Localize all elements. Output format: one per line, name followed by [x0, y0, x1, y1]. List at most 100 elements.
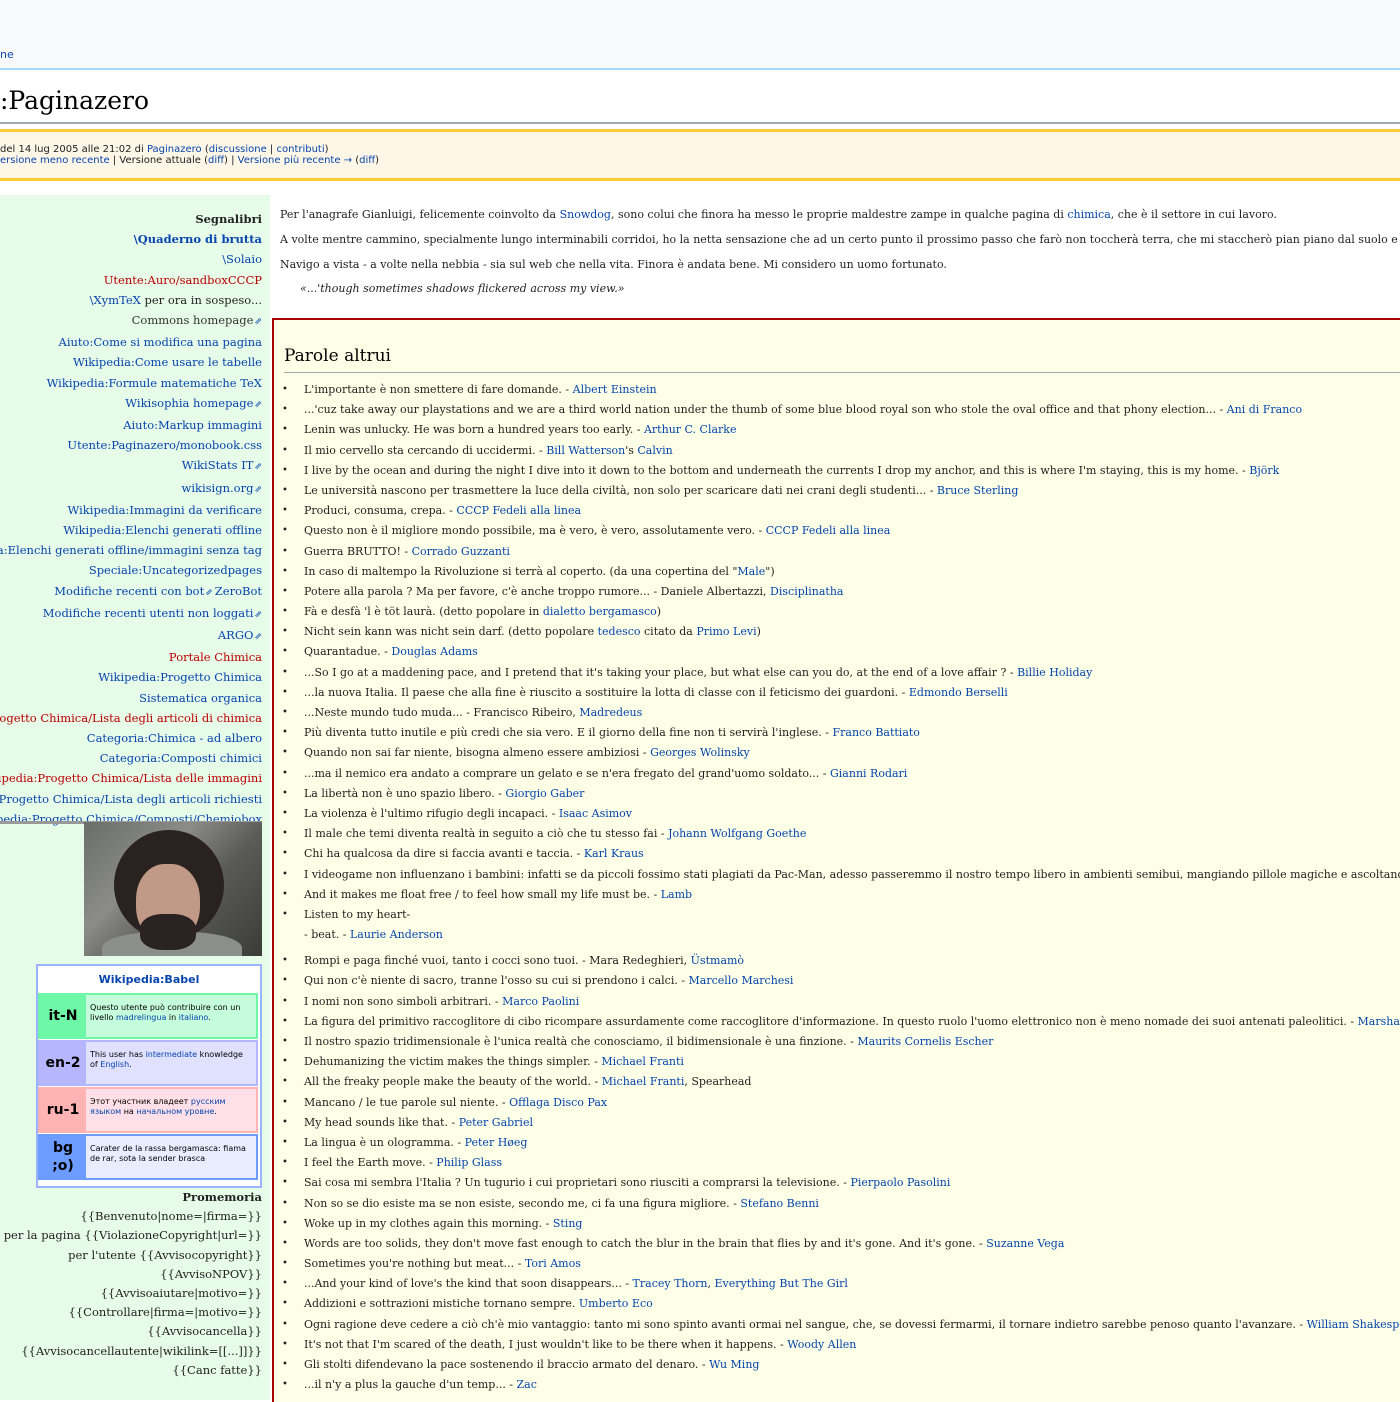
bookmark-link[interactable]: wikisign.org — [181, 481, 262, 495]
wiki-link[interactable]: Giorgio Gaber — [505, 787, 584, 800]
wiki-link[interactable]: Male — [737, 565, 765, 578]
bookmark-link[interactable]: Wikisophia homepage — [125, 396, 262, 410]
wiki-link[interactable]: Michael Franti — [601, 1055, 684, 1068]
newer-diff-link[interactable]: diff — [359, 155, 375, 166]
wiki-link[interactable]: chimica — [1067, 208, 1110, 221]
newer-version-link[interactable]: Versione più recente → — [238, 155, 352, 166]
bookmark-link[interactable]: Wikipedia:Progetto Chimica/Lista delle i… — [0, 771, 262, 785]
wiki-link[interactable]: Edmondo Berselli — [909, 686, 1008, 699]
bookmark-link[interactable]: Modifiche recenti con bot — [54, 584, 213, 598]
wiki-link[interactable]: Karl Kraus — [584, 847, 644, 860]
wiki-link[interactable]: Marshall McLuhan — [1358, 1015, 1400, 1028]
tab-edit[interactable]: ne — [0, 48, 14, 61]
bookmark-link[interactable]: Utente:Paginazero/monobook.css — [67, 438, 262, 452]
wiki-link[interactable]: Zac — [517, 1378, 537, 1391]
wiki-link[interactable]: Offlaga Disco Pax — [509, 1096, 607, 1109]
revision-author-link[interactable]: Paginazero — [147, 144, 202, 155]
wiki-link[interactable]: Arthur C. Clarke — [644, 423, 737, 436]
wiki-link[interactable]: Pierpaolo Pasolini — [850, 1176, 950, 1189]
bookmark-link[interactable]: Wikipedia:Come usare le tabelle — [73, 355, 262, 369]
bookmark-link[interactable]: Wikipedia:Formule matematiche TeX — [47, 376, 262, 390]
bookmark-link[interactable]: Wikipedia:Progetto Chimica — [98, 670, 262, 684]
wiki-link[interactable]: Snowdog — [560, 208, 611, 221]
bookmark-link[interactable]: Commons homepage — [132, 313, 262, 327]
wiki-link[interactable]: Peter Høeg — [465, 1136, 528, 1149]
wiki-link[interactable]: Ani di Franco — [1227, 403, 1302, 416]
babel-link[interactable]: intermediate — [146, 1050, 197, 1059]
wiki-link[interactable]: Bruce Sterling — [937, 484, 1018, 497]
bookmark-link[interactable]: edia:Progetto Chimica/Lista degli artico… — [0, 711, 262, 725]
bookmark-link[interactable]: Sistematica organica — [139, 691, 262, 705]
bookmark-link[interactable]: Portale Chimica — [169, 650, 262, 664]
wiki-link[interactable]: Woody Allen — [787, 1338, 856, 1351]
wiki-link[interactable]: Maurits Cornelis Escher — [857, 1035, 993, 1048]
wiki-link[interactable]: tedesco — [598, 625, 641, 638]
wiki-link[interactable]: Douglas Adams — [391, 645, 477, 658]
wiki-link[interactable]: dialetto bergamasco — [543, 605, 657, 618]
wiki-link[interactable]: Johann Wolfgang Goethe — [668, 827, 806, 840]
bookmark-link[interactable]: ikipedia:Elenchi generati offline/immagi… — [0, 543, 262, 557]
wiki-link[interactable]: Madredeus — [579, 706, 642, 719]
wiki-link[interactable]: Albert Einstein — [573, 383, 657, 396]
wiki-link[interactable]: Björk — [1249, 464, 1279, 477]
babel-title-link[interactable]: Wikipedia:Babel — [38, 973, 260, 986]
wiki-link[interactable]: Corrado Guzzanti — [412, 545, 510, 558]
text-segment: Mancano / le tue parole sul niente. - — [304, 1095, 510, 1109]
babel-link[interactable]: English — [100, 1060, 129, 1069]
wiki-link[interactable]: Bill Watterson — [546, 444, 625, 457]
bookmark-link[interactable]: \Solaio — [222, 252, 262, 266]
wiki-link[interactable]: Üstmamò — [691, 954, 744, 967]
bookmark-link[interactable]: Categoria:Composti chimici — [100, 751, 262, 765]
wiki-link[interactable]: Billie Holiday — [1017, 666, 1092, 679]
wiki-link[interactable]: Suzanne Vega — [986, 1237, 1064, 1250]
wiki-link[interactable]: Lamb — [661, 888, 692, 901]
current-diff-link[interactable]: diff — [208, 155, 224, 166]
bookmark-link[interactable]: \XymTeX — [90, 293, 141, 307]
bookmark-link[interactable]: Speciale:Uncategorizedpages — [89, 563, 262, 577]
babel-link[interactable]: madrelingua — [116, 1013, 166, 1022]
older-version-link[interactable]: ersione meno recente — [0, 155, 110, 166]
wiki-link[interactable]: Georges Wolinsky — [650, 746, 750, 759]
wiki-link[interactable]: Umberto Eco — [579, 1297, 653, 1310]
bookmark-link[interactable]: ARGO — [218, 628, 262, 642]
bookmark-link[interactable]: Categoria:Chimica - ad albero — [87, 731, 262, 745]
wiki-link[interactable]: Tracey Thorn — [633, 1277, 708, 1290]
bookmark-link[interactable]: ipedia:Progetto Chimica/Lista degli arti… — [0, 792, 262, 806]
bookmark-link[interactable]: Aiuto:Come si modifica una pagina — [59, 335, 262, 349]
wiki-link[interactable]: Michael Franti — [602, 1075, 685, 1088]
bookmark-link[interactable]: ZeroBot — [215, 584, 262, 598]
bookmark-link[interactable]: Wikipedia:Immagini da verificare — [68, 503, 263, 517]
text-segment: I live by the ocean and during the night… — [304, 463, 1250, 477]
babel-link[interactable]: начальном уровне — [136, 1107, 214, 1116]
wiki-link[interactable]: William Shakespeare — [1307, 1318, 1400, 1331]
wiki-link[interactable]: Stefano Benni — [740, 1197, 819, 1210]
bookmark-link[interactable]: Aiuto:Markup immagini — [123, 418, 262, 432]
wiki-link[interactable]: Gianni Rodari — [830, 767, 907, 780]
wiki-link[interactable]: Disciplinatha — [770, 585, 843, 598]
wiki-link[interactable]: Marco Paolini — [502, 995, 579, 1008]
bookmark-link[interactable]: Modifiche recenti utenti non loggati — [43, 606, 262, 620]
wiki-link[interactable]: Tori Amos — [525, 1257, 581, 1270]
wiki-link[interactable]: Philip Glass — [436, 1156, 502, 1169]
wiki-link[interactable]: Calvin — [637, 444, 672, 457]
author-talk-link[interactable]: discussione — [209, 144, 267, 155]
wiki-link[interactable]: Sting — [553, 1217, 583, 1230]
wiki-link[interactable]: Everything But The Girl — [714, 1277, 847, 1290]
wiki-link[interactable]: CCCP Fedeli alla linea — [766, 524, 891, 537]
wiki-link[interactable]: Laurie Anderson — [350, 928, 443, 941]
author-contribs-link[interactable]: contributi — [276, 144, 324, 155]
wiki-link[interactable]: Peter Gabriel — [459, 1116, 533, 1129]
bookmark-link[interactable]: WikiStats IT — [182, 458, 262, 472]
wiki-link[interactable]: Wu Ming — [709, 1358, 759, 1371]
bookmark-link[interactable]: \Quaderno di brutta — [134, 232, 262, 246]
bookmark-link[interactable]: Wikipedia:Elenchi generati offline — [63, 523, 262, 537]
text-segment: Non so se dio esiste ma se non esiste, s… — [304, 1196, 741, 1210]
wiki-link[interactable]: Franco Battiato — [833, 726, 920, 739]
wiki-link[interactable]: Marcello Marchesi — [689, 974, 794, 987]
babel-link[interactable]: italiano — [179, 1013, 208, 1022]
wiki-link[interactable]: Primo Levi — [696, 625, 756, 638]
quote-item: Mancano / le tue parole sul niente. - Of… — [282, 1093, 1400, 1113]
wiki-link[interactable]: Isaac Asimov — [559, 807, 632, 820]
bookmark-link[interactable]: Utente:Auro/sandboxCCCP — [104, 273, 262, 287]
wiki-link[interactable]: CCCP Fedeli alla linea — [456, 504, 581, 517]
